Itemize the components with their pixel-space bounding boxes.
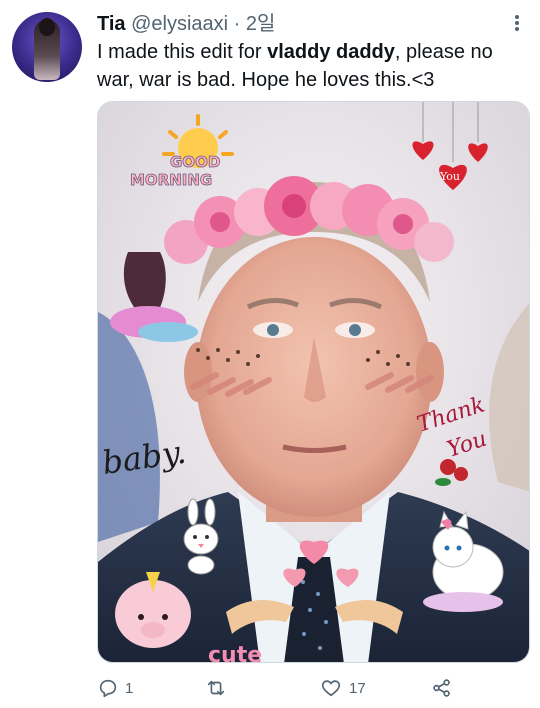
more-options-icon[interactable] (506, 10, 528, 36)
more-options-glyph (515, 15, 519, 31)
like-button[interactable]: 17 (319, 672, 366, 704)
tweet-text-bold: vladdy daddy (267, 41, 395, 63)
share-button[interactable] (430, 672, 454, 704)
avatar[interactable] (12, 12, 82, 82)
timestamp[interactable]: 2일 (246, 13, 276, 35)
tweet-header: Tia @elysiaaxi · 2일 (97, 12, 275, 36)
share-icon (433, 679, 450, 697)
tweet-text-before: I made this edit for (97, 41, 268, 63)
avatar-head (39, 18, 55, 36)
tweet-image[interactable]: GOOD MORNING You Thank You baby. cute (97, 101, 530, 663)
retweet-icon (207, 680, 225, 696)
iris-left (267, 324, 279, 336)
user-handle[interactable]: @elysiaaxi (131, 13, 228, 35)
heart-icon (321, 680, 341, 697)
reply-button[interactable]: 1 (97, 672, 133, 704)
tweet: Tia @elysiaaxi · 2일 I made this edit for… (0, 0, 540, 708)
tweet-text: I made this edit for vladdy daddy, pleas… (97, 38, 522, 94)
good-morning-line1: GOOD (170, 153, 220, 171)
display-name[interactable]: Tia (97, 13, 126, 35)
tweet-actions: 1 17 (97, 672, 530, 708)
good-morning-line2: MORNING (130, 171, 212, 189)
retweet-button[interactable] (204, 672, 234, 704)
reply-icon (99, 679, 117, 698)
cute-text-sticker: cute (208, 643, 262, 663)
separator: · (228, 13, 246, 35)
ear-right (416, 342, 444, 402)
reply-count: 1 (125, 679, 134, 697)
like-count: 17 (349, 679, 366, 697)
heart-you-text: You (439, 170, 460, 183)
iris-right (349, 324, 361, 336)
edited-photo: GOOD MORNING You Thank You baby. cute (98, 102, 529, 663)
